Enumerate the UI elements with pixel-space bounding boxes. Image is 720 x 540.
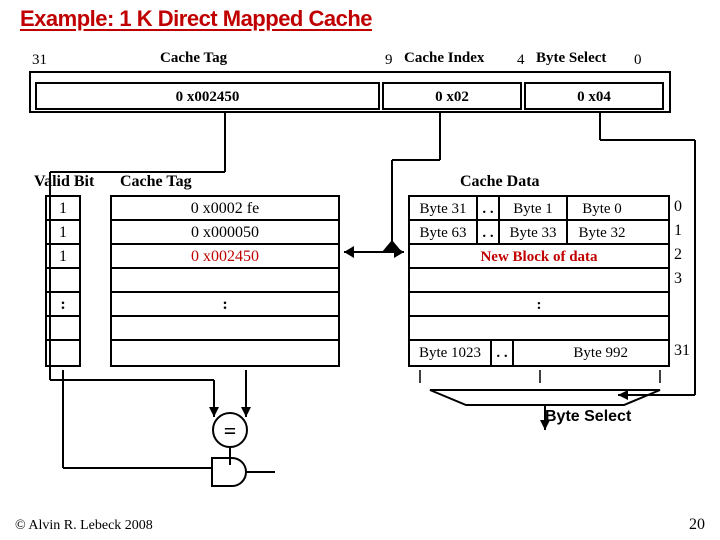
comparator-icon: = bbox=[212, 412, 248, 448]
byte-cell: Byte 1023 bbox=[410, 341, 492, 365]
bit-31: 31 bbox=[32, 52, 47, 69]
tag-field-value: 0 x002450 bbox=[35, 82, 380, 110]
tag-row-hit: 0 x002450 bbox=[112, 245, 338, 269]
valid-bit-header: Valid Bit bbox=[34, 173, 94, 191]
tag-row bbox=[112, 269, 338, 293]
tag-row: 0 x0002 fe bbox=[112, 197, 338, 221]
byte-cell: Byte 33 bbox=[498, 221, 568, 245]
cache-tag-column: 0 x0002 fe 0 x000050 0 x002450 : bbox=[110, 195, 340, 367]
byte-field-label: Byte Select bbox=[536, 50, 606, 67]
index-field-value: 0 x02 bbox=[382, 82, 522, 110]
valid-row bbox=[47, 269, 79, 293]
byte-cell: Byte 992 bbox=[512, 341, 632, 365]
row-index: 3 bbox=[672, 267, 698, 291]
byte-select-output-label: Byte Select bbox=[545, 408, 631, 426]
hdots-icon: . . bbox=[492, 341, 512, 365]
row-index: 0 bbox=[672, 195, 698, 219]
slide-title: Example: 1 K Direct Mapped Cache bbox=[20, 6, 372, 32]
cache-data-column: Byte 31. .Byte 1Byte 0 Byte 63. .Byte 33… bbox=[408, 195, 670, 367]
row-index: 2 bbox=[672, 243, 698, 267]
slide-number: 20 bbox=[689, 516, 705, 534]
ellipsis-icon bbox=[410, 317, 668, 341]
byte-cell: Byte 1 bbox=[498, 197, 568, 221]
valid-row: 1 bbox=[47, 197, 79, 221]
byte-cell: Byte 0 bbox=[568, 197, 636, 221]
copyright: © Alvin R. Lebeck 2008 bbox=[15, 518, 153, 534]
bit-9: 9 bbox=[385, 52, 393, 69]
valid-bit-column: 1 1 1 : bbox=[45, 195, 81, 367]
tag-field-label: Cache Tag bbox=[160, 50, 227, 67]
ellipsis-icon bbox=[47, 317, 79, 341]
bit-0: 0 bbox=[634, 52, 642, 69]
byte-field-value: 0 x04 bbox=[524, 82, 664, 110]
cache-tag-header: Cache Tag bbox=[120, 173, 192, 191]
tag-row: 0 x000050 bbox=[112, 221, 338, 245]
data-row: Byte 31. .Byte 1Byte 0 bbox=[410, 197, 668, 221]
ellipsis-icon: : bbox=[112, 293, 338, 317]
data-row-last: Byte 1023. .Byte 992 bbox=[410, 341, 668, 365]
row-index: 31 bbox=[672, 339, 698, 363]
hdots-icon: . . bbox=[478, 197, 498, 221]
byte-cell: Byte 32 bbox=[568, 221, 636, 245]
index-number-column: 0 1 2 3 31 bbox=[672, 195, 698, 363]
valid-row: 1 bbox=[47, 245, 79, 269]
byte-cell: Byte 31 bbox=[410, 197, 478, 221]
tag-row bbox=[112, 341, 338, 365]
data-row: Byte 63. .Byte 33Byte 32 bbox=[410, 221, 668, 245]
valid-row: 1 bbox=[47, 221, 79, 245]
bit-4: 4 bbox=[517, 52, 525, 69]
byte-cell: Byte 63 bbox=[410, 221, 478, 245]
index-field-label: Cache Index bbox=[404, 50, 484, 67]
cache-data-header: Cache Data bbox=[460, 173, 540, 191]
ellipsis-icon: : bbox=[47, 293, 79, 317]
ellipsis-icon: : bbox=[410, 293, 668, 317]
row-index: 1 bbox=[672, 219, 698, 243]
ellipsis-icon bbox=[112, 317, 338, 341]
new-block-row: New Block of data bbox=[410, 245, 668, 269]
hdots-icon: . . bbox=[478, 221, 498, 245]
valid-row bbox=[47, 341, 79, 365]
data-row bbox=[410, 269, 668, 293]
